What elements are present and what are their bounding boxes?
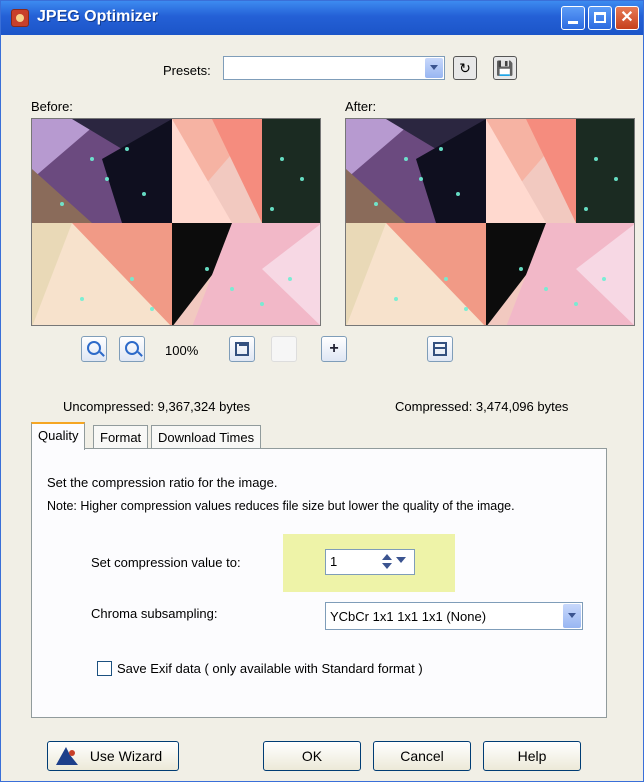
before-image	[32, 119, 320, 325]
minimize-button[interactable]	[561, 6, 585, 30]
save-exif-label[interactable]: Save Exif data ( only available with Sta…	[117, 661, 423, 676]
compression-note: Note: Higher compression values reduces …	[47, 499, 515, 513]
zoom-in-icon	[87, 341, 101, 355]
chroma-value: YCbCr 1x1 1x1 1x1 (None)	[330, 609, 487, 624]
zoom-in-button[interactable]	[81, 336, 107, 362]
pan-icon: +	[329, 340, 339, 357]
compression-description: Set the compression ratio for the image.	[47, 475, 278, 490]
use-wizard-label: Use Wizard	[89, 748, 163, 764]
zoom-to-fit-button[interactable]	[229, 336, 255, 362]
chroma-label: Chroma subsampling:	[91, 606, 218, 621]
save-exif-checkbox[interactable]	[97, 661, 112, 676]
close-icon: ✕	[620, 9, 634, 26]
spin-arrows-icon[interactable]	[382, 554, 394, 570]
title-bar[interactable]: JPEG Optimizer ✕	[1, 1, 643, 35]
after-image	[346, 119, 634, 325]
presets-label: Presets:	[163, 63, 211, 78]
uncompressed-size: Uncompressed: 9,367,324 bytes	[63, 399, 251, 414]
tab-download-times[interactable]: Download Times	[151, 425, 262, 449]
disabled-tool-button	[271, 336, 297, 362]
chevron-down-icon[interactable]	[563, 604, 581, 628]
use-wizard-button[interactable]: Use Wizard	[47, 741, 179, 771]
tab-quality[interactable]: Quality	[31, 422, 86, 450]
jpeg-optimizer-window: JPEG Optimizer ✕ Presets: ↻ 💾 Before: Af…	[0, 0, 644, 782]
presets-dropdown[interactable]	[223, 56, 445, 80]
wizard-icon	[56, 747, 78, 765]
zoom-out-button[interactable]	[119, 336, 145, 362]
cancel-button[interactable]: Cancel	[373, 741, 471, 771]
chroma-subsampling-dropdown[interactable]: YCbCr 1x1 1x1 1x1 (None)	[325, 602, 583, 630]
minimize-icon	[568, 21, 578, 24]
compression-value: 1	[330, 554, 338, 569]
proof-window-button[interactable]	[427, 336, 453, 362]
zoom-to-fit-icon	[235, 342, 249, 356]
save-preset-button[interactable]: 💾	[493, 56, 517, 80]
compression-value-spinner[interactable]: 1	[325, 549, 415, 575]
maximize-icon	[594, 12, 606, 23]
reset-button[interactable]: ↻	[453, 56, 477, 80]
before-label: Before:	[31, 99, 73, 114]
window-title: JPEG Optimizer	[37, 8, 158, 25]
pan-button[interactable]: +	[321, 336, 347, 362]
zoom-out-icon	[125, 341, 139, 355]
reset-icon: ↻	[459, 60, 471, 76]
proof-window-icon	[433, 342, 447, 356]
ok-button[interactable]: OK	[263, 741, 361, 771]
close-button[interactable]: ✕	[615, 6, 639, 30]
chevron-down-icon[interactable]	[396, 557, 406, 563]
zoom-level: 100%	[165, 343, 199, 358]
save-preset-icon: 💾	[496, 60, 514, 76]
chevron-down-icon[interactable]	[425, 58, 443, 78]
app-icon	[11, 9, 29, 27]
after-label: After:	[345, 99, 377, 114]
maximize-button[interactable]	[588, 6, 612, 30]
help-button[interactable]: Help	[483, 741, 581, 771]
compression-label: Set compression value to:	[91, 555, 241, 570]
after-preview[interactable]	[345, 118, 635, 326]
before-preview[interactable]	[31, 118, 321, 326]
compressed-size: Compressed: 3,474,096 bytes	[395, 399, 569, 414]
tab-format[interactable]: Format	[93, 425, 149, 449]
